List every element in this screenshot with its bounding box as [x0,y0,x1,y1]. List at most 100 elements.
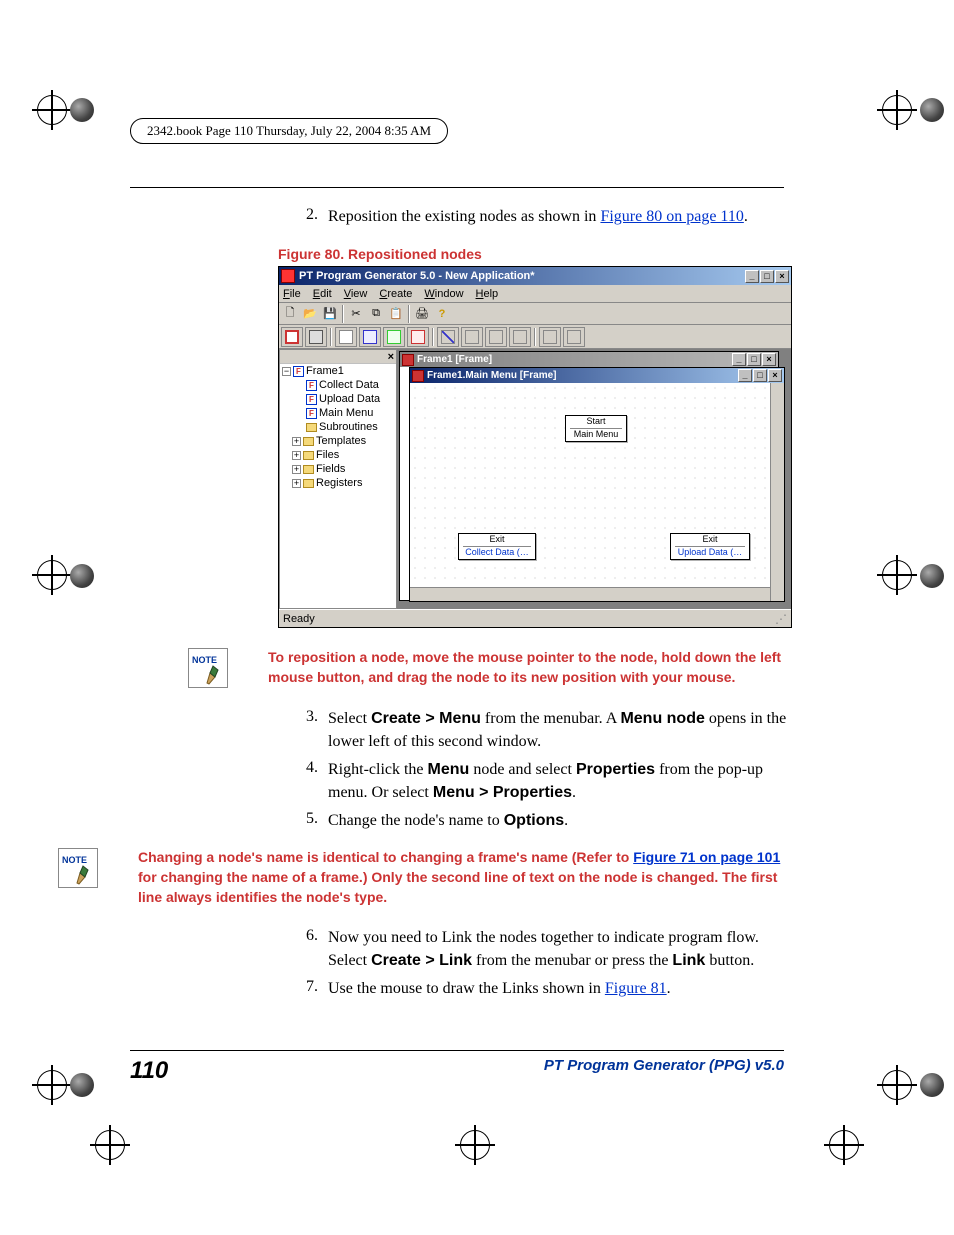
expand-icon[interactable]: + [292,451,301,460]
cut-icon[interactable]: ✂ [347,305,365,323]
note-text: To reposition a node, move the mouse poi… [268,648,790,688]
figure-link[interactable]: Figure 81 [605,980,667,997]
text: . [564,812,568,829]
tree-item[interactable]: Fields [316,463,345,475]
child-title-text: Frame1.Main Menu [Frame] [427,370,556,381]
expand-icon[interactable]: + [292,437,301,446]
minimize-button[interactable]: _ [732,353,746,366]
tree-item[interactable]: Main Menu [319,407,373,419]
tree-root[interactable]: Frame1 [306,365,344,377]
start-node[interactable]: Start Main Menu [565,415,627,442]
node-label: Upload Data (… [675,548,745,558]
tool-frame-icon[interactable] [281,327,303,347]
node-type: Start [570,417,622,429]
scrollbar-horizontal[interactable] [410,587,770,601]
maximize-button[interactable]: □ [760,270,774,283]
tree-pane: × −FFrame1 FCollect Data FUpload Data FM… [279,349,397,609]
menu-create[interactable]: Create [379,288,412,300]
folder-icon [306,423,317,432]
tree-item[interactable]: Subroutines [319,421,378,433]
menubar: File Edit View Create Window Help [279,285,791,303]
design-canvas[interactable]: Start Main Menu Exit Collect Data (… Exi… [410,383,784,601]
text: node and select [469,761,576,778]
scrollbar-vertical[interactable] [770,383,784,601]
text: . [667,980,671,997]
toolbar-main: 🗋 📂 💾 ✂ ⧉ 📋 🖨 ? [279,303,791,325]
menu-edit[interactable]: Edit [313,288,332,300]
close-button[interactable]: × [768,369,782,382]
page-footer: 110 PT Program Generator (PPG) v5.0 [130,1050,784,1085]
text: Select [328,710,371,727]
text: . [572,784,576,801]
exit-node-collect[interactable]: Exit Collect Data (… [458,533,536,560]
menu-file[interactable]: File [283,288,301,300]
step-text: Reposition the existing nodes as shown i… [328,206,790,228]
tool-link1-icon[interactable] [437,327,459,347]
maximize-button[interactable]: □ [753,369,767,382]
minimize-button[interactable]: _ [738,369,752,382]
child-window-mainmenu[interactable]: Frame1.Main Menu [Frame] _ □ × Start [409,367,785,602]
tool-node3-icon[interactable] [383,327,405,347]
collapse-icon[interactable]: − [282,367,291,376]
tree-close-icon[interactable]: × [388,351,394,363]
copy-icon[interactable]: ⧉ [367,305,385,323]
reg-dot [920,1073,944,1097]
tool-link3-icon[interactable] [485,327,507,347]
bold: Menu [428,761,470,778]
tree-item[interactable]: Registers [316,477,362,489]
menu-window[interactable]: Window [424,288,463,300]
bold: Create > Link [371,952,472,969]
expand-icon[interactable]: + [292,465,301,474]
frame-icon: F [306,408,317,419]
text: . [744,208,748,225]
bold: Properties [576,761,655,778]
figure-link[interactable]: Figure 71 on page 101 [633,849,780,865]
step-number: 2. [300,206,328,228]
tree-item[interactable]: Files [316,449,339,461]
reg-dot [70,1073,94,1097]
figure-link[interactable]: Figure 80 on page 110 [600,208,743,225]
folder-icon [303,479,314,488]
exit-node-upload[interactable]: Exit Upload Data (… [670,533,750,560]
tool-link2-icon[interactable] [461,327,483,347]
minimize-button[interactable]: _ [745,270,759,283]
bold: Options [504,812,564,829]
text: Changing a node's name is identical to c… [138,849,633,865]
save-icon[interactable]: 💾 [321,305,339,323]
reg-mark [460,1130,490,1160]
text: for changing the name of a frame.) Only … [138,869,777,905]
new-icon[interactable]: 🗋 [281,305,299,323]
tool-misc1-icon[interactable] [539,327,561,347]
close-button[interactable]: × [775,270,789,283]
help-icon[interactable]: ? [433,305,451,323]
close-button[interactable]: × [762,353,776,366]
tool-node2-icon[interactable] [359,327,381,347]
tree-item[interactable]: Collect Data [319,379,379,391]
paste-icon[interactable]: 📋 [387,305,405,323]
resize-grip-icon[interactable]: ⋰ [775,612,787,626]
window-title: PT Program Generator 5.0 - New Applicati… [299,270,535,282]
status-text: Ready [283,613,315,625]
open-icon[interactable]: 📂 [301,305,319,323]
menu-help[interactable]: Help [476,288,499,300]
statusbar: Ready ⋰ [279,609,791,627]
expand-icon[interactable]: + [292,479,301,488]
text: button. [705,952,754,969]
step-number: 6. [300,927,328,972]
maximize-button[interactable]: □ [747,353,761,366]
tool-node4-icon[interactable] [407,327,429,347]
note-text: Changing a node's name is identical to c… [138,848,790,907]
child-title-text: Frame1 [Frame] [417,354,492,365]
tree-item[interactable]: Upload Data [319,393,380,405]
tool-misc2-icon[interactable] [563,327,585,347]
menu-view[interactable]: View [344,288,368,300]
book-header: 2342.book Page 110 Thursday, July 22, 20… [130,118,448,144]
tool-link4-icon[interactable] [509,327,531,347]
tree-item[interactable]: Templates [316,435,366,447]
tool-node1-icon[interactable] [335,327,357,347]
print-icon[interactable]: 🖨 [413,305,431,323]
tool-script-icon[interactable] [305,327,327,347]
folder-icon [303,437,314,446]
child-title: Frame1 [Frame] _ □ × [400,352,778,367]
node-label: Main Menu [570,430,622,440]
